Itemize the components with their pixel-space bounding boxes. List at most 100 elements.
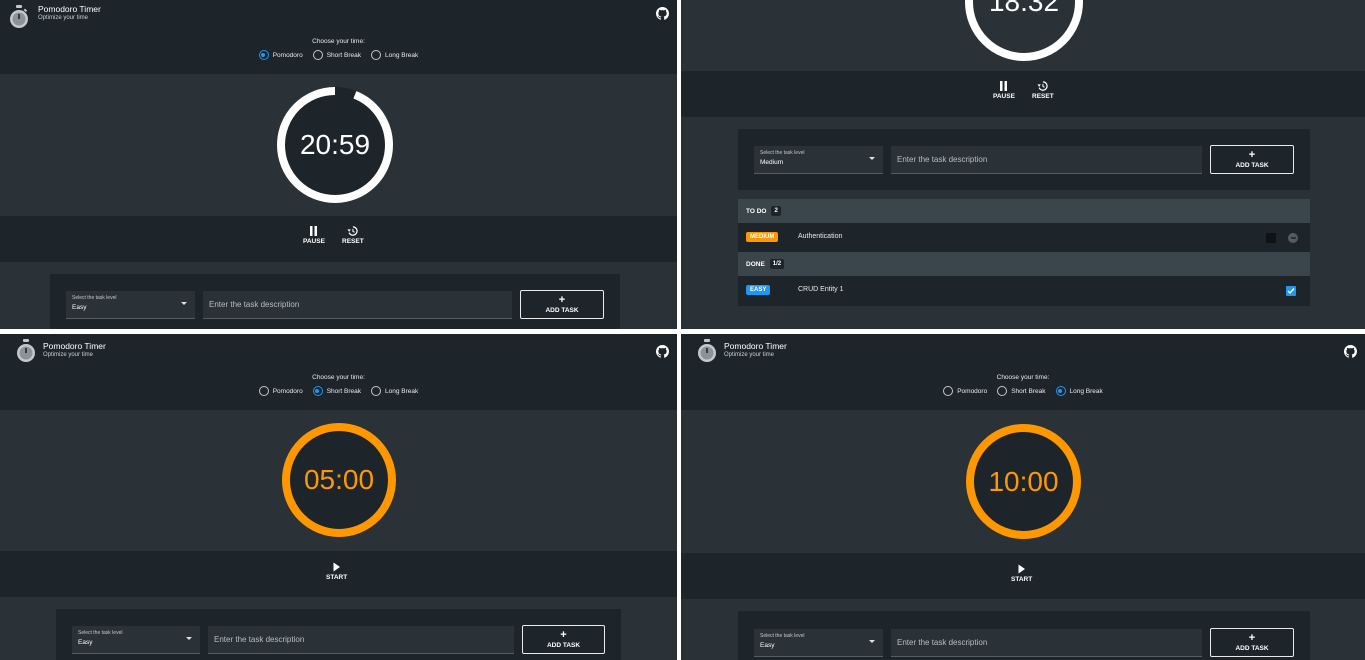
plus-icon: + xyxy=(1248,631,1256,644)
task-description-input[interactable] xyxy=(203,291,512,319)
task-level-value: Medium xyxy=(760,159,784,166)
stopwatch-icon xyxy=(698,339,716,362)
pause-button[interactable]: PAUSE xyxy=(303,226,325,245)
task-level-select[interactable]: Select the task level Easy xyxy=(754,629,883,657)
app-subtitle: Optimize your time xyxy=(724,352,775,358)
app-title: Pomodoro Timer xyxy=(43,341,106,351)
add-task-button[interactable]: + ADD TASK xyxy=(1210,145,1294,174)
task-row: MEDIUM Authentication xyxy=(738,223,1310,252)
radio-long-break[interactable]: Long Break xyxy=(371,386,418,396)
app-bar: Pomodoro Timer Optimize your time xyxy=(681,334,1365,368)
reset-label: RESET xyxy=(342,238,364,245)
mode-label: Choose your time: xyxy=(996,374,1050,381)
timer-display: 05:00 xyxy=(303,464,375,495)
reset-label: RESET xyxy=(1032,93,1054,100)
radio-pomodoro[interactable]: Pomodoro xyxy=(943,386,987,396)
done-header: DONE 1/2 xyxy=(738,252,1310,276)
history-icon xyxy=(1037,81,1049,91)
panel-pomodoro-running: Pomodoro Timer Optimize your time Choose… xyxy=(0,0,677,329)
task-level-badge: EASY xyxy=(746,285,771,295)
radio-pomodoro[interactable]: Pomodoro xyxy=(258,50,303,60)
task-form-area: Select the task level Easy + ADD TASK xyxy=(681,599,1365,660)
github-icon[interactable] xyxy=(656,345,669,358)
start-button[interactable]: START xyxy=(1011,564,1032,583)
todo-label: TO DO xyxy=(746,207,767,215)
done-label: DONE xyxy=(746,260,765,268)
task-level-select[interactable]: Select the task level Medium xyxy=(754,146,883,174)
task-row: EASY CRUD Entity 1 xyxy=(738,276,1310,306)
timer-ring: 05:00 xyxy=(281,422,397,538)
radio-label: Short Break xyxy=(326,387,362,395)
dropdown-caret-icon xyxy=(869,157,875,160)
task-checkbox[interactable] xyxy=(1266,233,1276,243)
task-description-input[interactable] xyxy=(891,629,1202,657)
timer-ring: 18:32 xyxy=(964,0,1084,62)
mode-label: Choose your time: xyxy=(312,38,365,45)
timer-display: 20:59 xyxy=(299,129,371,160)
task-level-value: Easy xyxy=(760,642,775,649)
task-level-select[interactable]: Select the task level Easy xyxy=(66,291,195,319)
task-level-select[interactable]: Select the task level Easy xyxy=(72,626,200,654)
history-icon xyxy=(347,226,359,236)
app-bar: Pomodoro Timer Optimize your time xyxy=(0,0,677,34)
done-count: 1/2 xyxy=(769,259,785,269)
add-task-button[interactable]: + ADD TASK xyxy=(1210,628,1294,657)
mode-selector: Choose your time: Pomodoro Short Break L… xyxy=(0,370,677,410)
reset-button[interactable]: RESET xyxy=(342,226,364,245)
dropdown-caret-icon xyxy=(186,637,192,640)
github-icon[interactable] xyxy=(1344,345,1357,358)
timer-display: 10:00 xyxy=(988,465,1059,497)
controls-bar: START xyxy=(0,551,677,597)
timer-area: 10:00 xyxy=(681,410,1365,553)
task-level-value: Easy xyxy=(78,639,93,646)
task-form: Select the task level Medium + ADD TASK xyxy=(738,129,1310,190)
radio-pomodoro[interactable]: Pomodoro xyxy=(258,386,303,396)
radio-long-break[interactable]: Long Break xyxy=(371,50,418,60)
task-level-label: Select the task level xyxy=(760,150,805,156)
app-subtitle: Optimize your time xyxy=(38,15,89,21)
todo-header: TO DO 2 xyxy=(738,199,1310,223)
reset-button[interactable]: RESET xyxy=(1032,81,1054,100)
task-description-input[interactable] xyxy=(208,626,514,654)
radio-label: Long Break xyxy=(385,51,419,59)
radio-label: Long Break xyxy=(385,387,419,395)
panel-long-break: Pomodoro Timer Optimize your time Choose… xyxy=(681,334,1365,660)
add-task-button[interactable]: + ADD TASK xyxy=(520,290,604,319)
task-checkbox[interactable] xyxy=(1286,286,1296,296)
plus-icon: + xyxy=(560,628,567,641)
github-icon[interactable] xyxy=(656,7,669,20)
add-task-button[interactable]: + ADD TASK xyxy=(522,625,605,654)
radio-short-break[interactable]: Short Break xyxy=(312,386,362,396)
remove-icon[interactable] xyxy=(1288,233,1298,243)
task-form: Select the task level Easy + ADD TASK xyxy=(56,609,621,660)
radio-short-break[interactable]: Short Break xyxy=(312,50,362,60)
task-level-label: Select the task level xyxy=(760,633,805,639)
radio-label: Long Break xyxy=(1069,387,1103,395)
add-task-label: ADD TASK xyxy=(546,641,581,649)
dropdown-caret-icon xyxy=(181,302,187,305)
timer-area: 20:59 xyxy=(0,74,677,216)
todo-count: 2 xyxy=(771,206,781,216)
task-level-label: Select the task level xyxy=(78,630,123,636)
panel-task-list: 18:32 PAUSE RESET Select the task level … xyxy=(681,0,1365,329)
task-description-input[interactable] xyxy=(891,146,1202,174)
task-name: CRUD Entity 1 xyxy=(798,286,844,293)
start-button[interactable]: START xyxy=(326,562,347,581)
timer-ring: 20:59 xyxy=(276,86,394,204)
timer-area: 18:32 xyxy=(681,0,1365,71)
timer-ring: 10:00 xyxy=(965,423,1082,540)
add-task-label: ADD TASK xyxy=(1235,644,1269,652)
mode-label: Choose your time: xyxy=(312,374,365,381)
play-icon xyxy=(1018,564,1026,574)
controls-bar: PAUSE RESET xyxy=(0,216,677,262)
controls-bar: START xyxy=(681,553,1365,599)
radio-label: Short Break xyxy=(1011,387,1046,395)
pause-icon xyxy=(310,226,318,236)
pause-button[interactable]: PAUSE xyxy=(993,81,1015,100)
timer-display: 18:32 xyxy=(988,0,1060,17)
radio-long-break[interactable]: Long Break xyxy=(1055,386,1103,396)
task-level-value: Easy xyxy=(72,304,87,311)
radio-label: Short Break xyxy=(326,51,362,59)
radio-short-break[interactable]: Short Break xyxy=(997,386,1046,396)
pause-label: PAUSE xyxy=(303,238,325,245)
